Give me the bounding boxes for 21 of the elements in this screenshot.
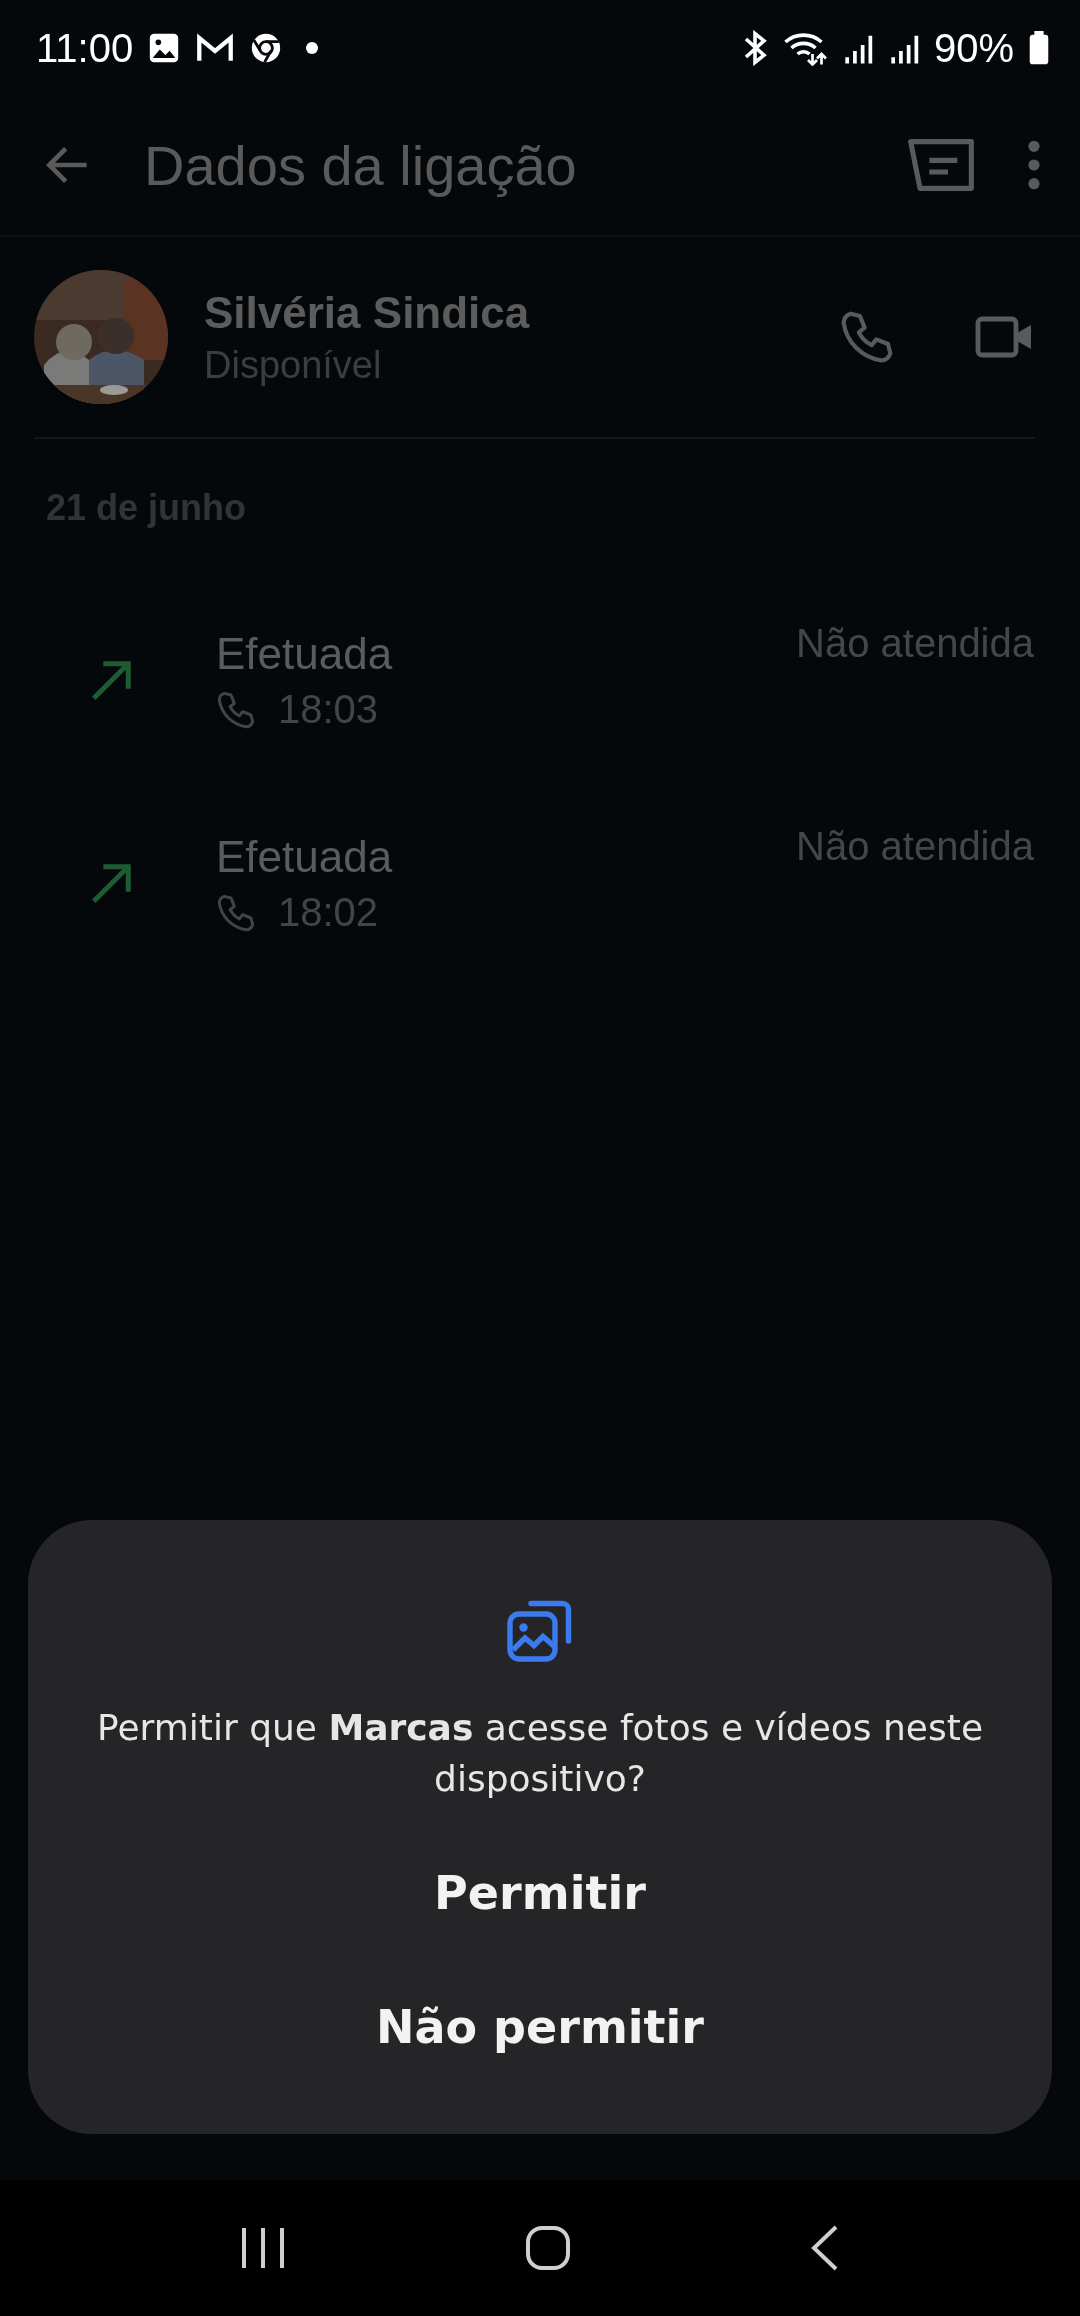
call-result: Não atendida bbox=[796, 621, 1034, 666]
call-time: 18:02 bbox=[278, 890, 379, 935]
call-result: Não atendida bbox=[796, 824, 1034, 869]
permission-message: Permitir que Marcas acesse fotos e vídeos neste dispositivo? bbox=[95, 1706, 985, 1801]
screen-title: Dados da ligação bbox=[144, 132, 578, 198]
call-time: 18:03 bbox=[278, 687, 379, 732]
allow-button[interactable]: Permitir bbox=[394, 1826, 686, 1960]
battery-percentage: 90% bbox=[933, 27, 1014, 68]
phone-icon bbox=[216, 689, 256, 730]
contact-status: Disponível bbox=[204, 343, 383, 387]
clock: 11:00 bbox=[36, 27, 134, 68]
phone-icon bbox=[216, 892, 256, 933]
mail-icon bbox=[195, 31, 236, 64]
deny-button[interactable]: Não permitir bbox=[335, 1960, 745, 2094]
contact-name: Silvéria Sindica bbox=[204, 287, 531, 338]
dot-icon bbox=[305, 40, 320, 55]
battery-icon bbox=[1028, 30, 1050, 65]
call-type: Efetuada bbox=[216, 629, 394, 679]
message-button[interactable] bbox=[906, 137, 976, 193]
call-type: Efetuada bbox=[216, 832, 394, 882]
call-button[interactable] bbox=[839, 309, 895, 365]
